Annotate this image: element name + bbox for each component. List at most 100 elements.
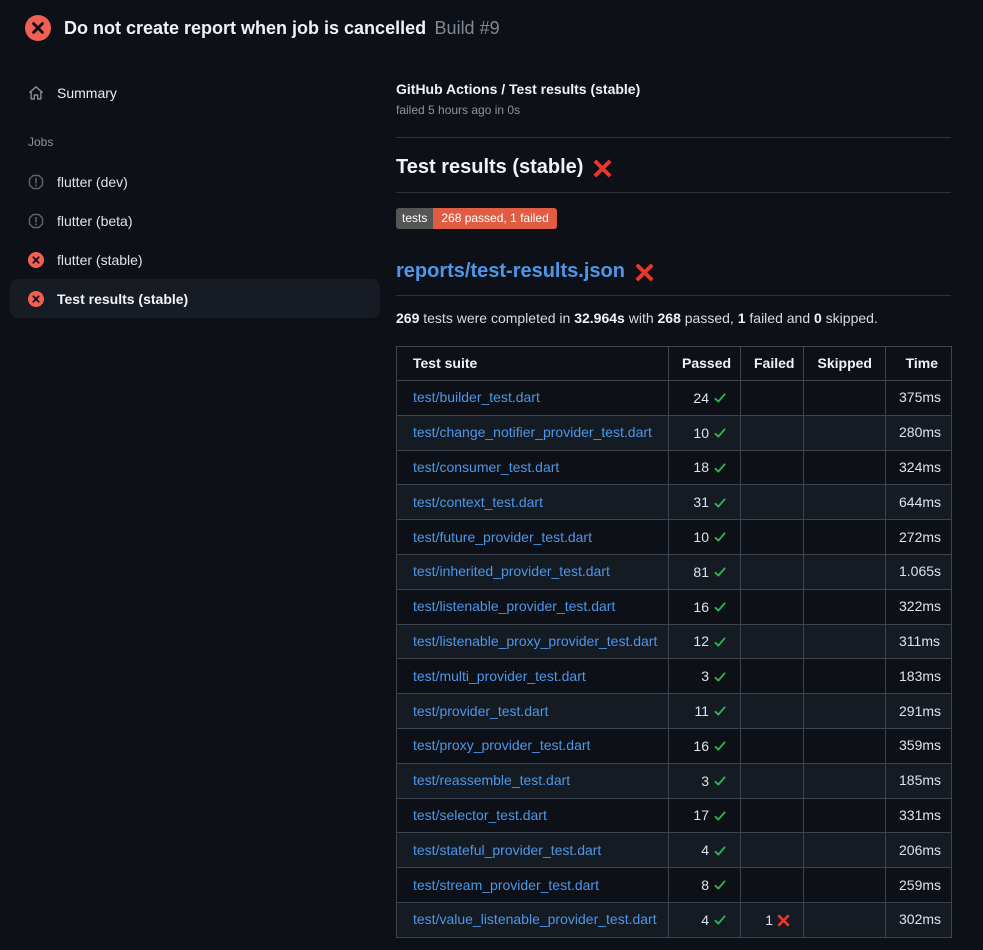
check-icon xyxy=(713,635,727,649)
sidebar-item-flutter-dev[interactable]: flutter (dev) xyxy=(10,162,380,201)
time-cell: 375ms xyxy=(886,381,952,416)
stop-icon xyxy=(28,174,44,190)
test-suite-link[interactable]: test/future_provider_test.dart xyxy=(413,529,592,545)
table-row: test/inherited_provider_test.dart 81 1.065… xyxy=(397,554,952,589)
test-suite-link[interactable]: test/change_notifier_provider_test.dart xyxy=(413,424,652,440)
summary-segment: tests were completed in xyxy=(419,310,574,326)
failed-cell xyxy=(741,624,804,659)
summary-text: 269 tests were completed in 32.964s with… xyxy=(396,308,951,328)
build-number: Build #9 xyxy=(435,18,500,38)
test-suite-link[interactable]: test/listenable_provider_test.dart xyxy=(413,598,615,614)
check-icon xyxy=(713,704,727,718)
run-title: Do not create report when job is cancell… xyxy=(64,18,426,38)
column-header-passed: Passed xyxy=(669,347,741,381)
badge-value: 268 passed, 1 failed xyxy=(433,208,556,229)
test-suite-cell: test/stateful_provider_test.dart xyxy=(397,833,669,868)
check-icon xyxy=(713,774,727,788)
test-suite-cell: test/change_notifier_provider_test.dart xyxy=(397,415,669,450)
main-content: GitHub Actions / Test results (stable) f… xyxy=(380,56,983,938)
passed-cell: 31 xyxy=(669,485,741,520)
test-suite-link[interactable]: test/stream_provider_test.dart xyxy=(413,877,599,893)
test-suite-link[interactable]: test/listenable_proxy_provider_test.dart xyxy=(413,633,657,649)
summary-segment: passed, xyxy=(681,310,738,326)
time-cell: 644ms xyxy=(886,485,952,520)
report-heading: reports/test-results.json xyxy=(396,257,951,296)
run-header: Do not create report when job is cancell… xyxy=(0,0,983,56)
check-icon xyxy=(713,809,727,823)
report-file-link[interactable]: reports/test-results.json xyxy=(396,257,625,285)
sidebar-item-summary[interactable]: Summary xyxy=(10,75,380,111)
test-suite-link[interactable]: test/reassemble_test.dart xyxy=(413,772,570,788)
summary-segment: 268 xyxy=(658,310,681,326)
table-row: test/stream_provider_test.dart8259ms xyxy=(397,868,952,903)
sidebar-item-test-results-stable[interactable]: Test results (stable) xyxy=(10,279,380,318)
skipped-cell xyxy=(804,868,886,903)
time-cell: 280ms xyxy=(886,415,952,450)
time-cell: 291ms xyxy=(886,694,952,729)
test-results-table: Test suitePassedFailedSkippedTime test/b… xyxy=(396,346,952,938)
skipped-cell xyxy=(804,798,886,833)
failed-cell xyxy=(741,450,804,485)
summary-segment: with xyxy=(625,310,658,326)
jobs-section-label: Jobs xyxy=(10,135,380,149)
skipped-cell xyxy=(804,624,886,659)
failed-cell xyxy=(741,868,804,903)
passed-cell-count: 18 xyxy=(693,458,709,477)
x-mark-icon xyxy=(777,914,790,927)
failed-cell xyxy=(741,833,804,868)
check-icon xyxy=(713,391,727,405)
sidebar: Summary Jobs flutter (dev) flutter (beta)… xyxy=(0,56,380,318)
check-icon xyxy=(713,739,727,753)
passed-cell-count: 10 xyxy=(693,424,709,443)
summary-segment: failed and xyxy=(746,310,815,326)
test-suite-link[interactable]: test/builder_test.dart xyxy=(413,389,540,405)
table-row: test/listenable_provider_test.dart 16 322m… xyxy=(397,589,952,624)
failed-cell xyxy=(741,659,804,694)
summary-segment: 1 xyxy=(738,310,746,326)
passed-cell-count: 81 xyxy=(693,563,709,582)
failed-cell xyxy=(741,485,804,520)
passed-cell: 24 xyxy=(669,381,741,416)
passed-cell-count: 16 xyxy=(693,598,709,617)
passed-cell: 4 xyxy=(669,833,741,868)
test-suite-link[interactable]: test/value_listenable_provider_test.dart xyxy=(413,911,657,927)
time-cell: 359ms xyxy=(886,728,952,763)
test-suite-cell: test/proxy_provider_test.dart xyxy=(397,728,669,763)
divider xyxy=(396,137,951,138)
skipped-cell xyxy=(804,520,886,555)
test-suite-link[interactable]: test/context_test.dart xyxy=(413,494,543,510)
test-suite-cell: test/consumer_test.dart xyxy=(397,450,669,485)
time-cell: 206ms xyxy=(886,833,952,868)
test-suite-link[interactable]: test/stateful_provider_test.dart xyxy=(413,842,601,858)
passed-cell-count: 4 xyxy=(701,911,709,930)
failed-cell-count: 1 xyxy=(765,911,773,930)
test-suite-link[interactable]: test/multi_provider_test.dart xyxy=(413,668,586,684)
sidebar-item-label: flutter (dev) xyxy=(57,174,128,190)
test-suite-link[interactable]: test/selector_test.dart xyxy=(413,807,547,823)
check-icon xyxy=(713,600,727,614)
time-cell: 322ms xyxy=(886,589,952,624)
test-suite-link[interactable]: test/inherited_provider_test.dart xyxy=(413,563,610,579)
passed-cell: 4 xyxy=(669,902,741,937)
test-suite-cell: test/stream_provider_test.dart xyxy=(397,868,669,903)
test-suite-cell: test/builder_test.dart xyxy=(397,381,669,416)
time-cell: 1.065s xyxy=(886,554,952,589)
test-suite-link[interactable]: test/proxy_provider_test.dart xyxy=(413,737,590,753)
summary-segment: 0 xyxy=(814,310,822,326)
table-row: test/builder_test.dart 24 375ms xyxy=(397,381,952,416)
cross-mark-icon xyxy=(635,263,654,282)
sidebar-item-flutter-stable[interactable]: flutter (stable) xyxy=(10,240,380,279)
test-suite-link[interactable]: test/consumer_test.dart xyxy=(413,459,559,475)
table-header-row: Test suitePassedFailedSkippedTime xyxy=(397,347,952,381)
passed-cell-count: 11 xyxy=(694,702,709,721)
breadcrumb[interactable]: GitHub Actions / Test results (stable) xyxy=(396,81,951,97)
passed-cell: 3 xyxy=(669,763,741,798)
check-icon xyxy=(713,565,727,579)
table-body: test/builder_test.dart 24 375ms test/change… xyxy=(397,381,952,938)
test-suite-link[interactable]: test/provider_test.dart xyxy=(413,703,548,719)
passed-cell: 11 xyxy=(669,694,741,729)
x-circle-icon xyxy=(25,15,51,41)
home-icon xyxy=(28,85,44,101)
sidebar-item-flutter-beta[interactable]: flutter (beta) xyxy=(10,201,380,240)
test-suite-cell: test/inherited_provider_test.dart xyxy=(397,554,669,589)
